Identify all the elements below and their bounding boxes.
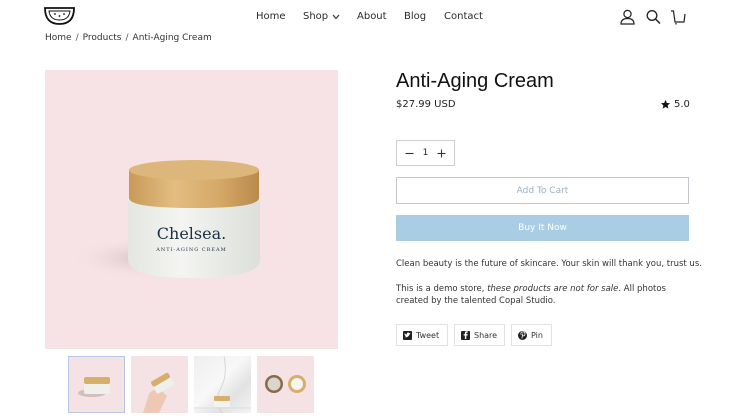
nav-shop-label: Shop <box>303 11 329 22</box>
nav-about[interactable]: About <box>357 11 387 22</box>
account-icon[interactable] <box>620 9 635 25</box>
nav-shop[interactable]: Shop <box>303 11 340 22</box>
breadcrumb-current: Anti-Aging Cream <box>132 33 212 43</box>
product-title: Anti-Aging Cream <box>396 70 554 92</box>
breadcrumb-products[interactable]: Products <box>83 33 122 43</box>
rating-value: 5.0 <box>674 99 690 110</box>
quantity-increase-button[interactable] <box>436 147 448 159</box>
star-icon <box>660 99 671 109</box>
thumbnail-open-jar[interactable] <box>257 356 314 413</box>
jar-brand: Chelsea. <box>156 224 227 243</box>
product-description-2: This is a demo store, these products are… <box>396 283 696 307</box>
search-icon[interactable] <box>646 9 661 25</box>
plus-icon <box>437 149 446 157</box>
breadcrumb-separator: / <box>125 33 129 43</box>
thumbnail-gallery <box>68 356 314 413</box>
nav-home[interactable]: Home <box>256 11 286 22</box>
share-tweet-label: Tweet <box>416 330 440 340</box>
buy-now-button[interactable]: Buy It Now <box>396 215 689 241</box>
share-pinterest-button[interactable]: Pin <box>511 324 552 346</box>
nav-blog[interactable]: Blog <box>404 11 426 22</box>
add-to-cart-button[interactable]: Add To Cart <box>396 177 689 204</box>
product-description-1: Clean beauty is the future of skincare. … <box>396 259 702 269</box>
share-facebook-label: Share <box>474 330 498 340</box>
jar-label: ANTI-AGING CREAM <box>156 247 227 253</box>
breadcrumb-home[interactable]: Home <box>45 33 72 43</box>
quantity-stepper: 1 <box>396 140 455 166</box>
description-text: This is a demo store, <box>396 284 488 294</box>
nav-contact[interactable]: Contact <box>444 11 483 22</box>
chevron-down-icon <box>332 14 340 19</box>
cart-icon[interactable] <box>670 9 686 25</box>
twitter-icon <box>403 330 412 340</box>
facebook-icon <box>461 330 470 340</box>
minus-icon <box>405 152 413 154</box>
thumbnail-hand-holding-jar[interactable] <box>131 356 188 413</box>
description-emphasis: these products are not for sale <box>487 284 619 294</box>
share-tweet-button[interactable]: Tweet <box>396 324 448 346</box>
thumbnail-marble[interactable] <box>194 356 251 413</box>
thumbnail-jar[interactable] <box>68 356 125 413</box>
product-price: $27.99 USD <box>396 99 456 110</box>
quantity-value[interactable]: 1 <box>423 148 429 158</box>
pinterest-icon <box>518 330 527 340</box>
product-rating: 5.0 <box>660 99 690 110</box>
watermelon-logo-icon[interactable] <box>44 6 75 26</box>
quantity-decrease-button[interactable] <box>403 147 415 159</box>
product-main-image[interactable]: Chelsea. ANTI-AGING CREAM <box>45 70 338 349</box>
breadcrumb-separator: / <box>75 33 79 43</box>
share-pinterest-label: Pin <box>531 330 543 340</box>
share-facebook-button[interactable]: Share <box>454 324 505 346</box>
breadcrumb: Home / Products / Anti-Aging Cream <box>45 33 212 43</box>
